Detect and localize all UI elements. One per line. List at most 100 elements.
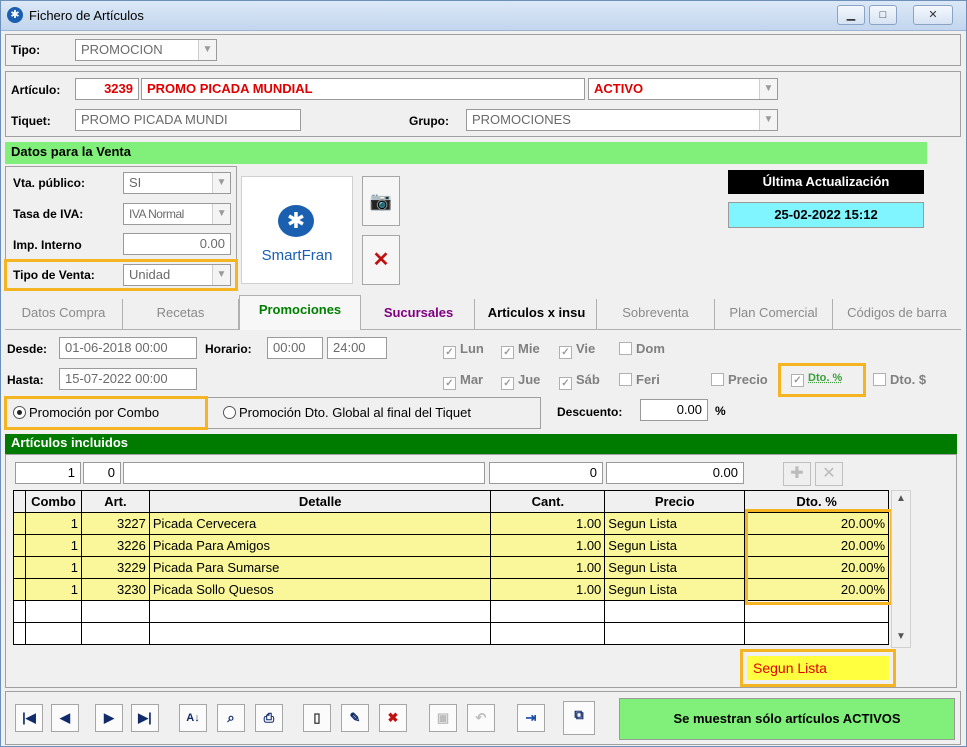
col-art[interactable]: Art. bbox=[80, 490, 150, 513]
edit-record-icon[interactable]: ✎ bbox=[341, 704, 369, 732]
day-mie-checkbox[interactable]: ✓ Mie bbox=[501, 341, 540, 359]
desde-field[interactable]: 01-06-2018 00:00 bbox=[59, 337, 197, 359]
dto-usd-checkbox[interactable]: Dto. $ bbox=[873, 372, 926, 387]
col-combo[interactable]: Combo bbox=[24, 490, 82, 513]
chevron-down-icon[interactable]: ▼ bbox=[759, 79, 777, 99]
add-row-icon[interactable]: ✚ bbox=[783, 462, 811, 486]
day-lun-checkbox[interactable]: ✓ Lun bbox=[443, 341, 484, 359]
col-detalle[interactable]: Detalle bbox=[148, 490, 492, 513]
hora-desde-field[interactable]: 00:00 bbox=[267, 337, 323, 359]
cell-precio: Segun Lista bbox=[604, 534, 746, 557]
delete-record-icon[interactable]: ✖ bbox=[379, 704, 407, 732]
save-icon[interactable]: ▣ bbox=[429, 704, 457, 732]
tab-sucursales[interactable]: Sucursales bbox=[363, 299, 475, 329]
check-icon: ✓ bbox=[501, 377, 514, 390]
articulo-status-select[interactable]: ACTIVO ▼ bbox=[588, 78, 778, 100]
cell-precio: Segun Lista bbox=[604, 578, 746, 601]
cell-cant: 1.00 bbox=[490, 534, 606, 557]
exit-icon[interactable]: ⇥ bbox=[517, 704, 545, 732]
active-filter-button[interactable]: Se muestran sólo artículos ACTIVOS bbox=[619, 698, 955, 740]
next-record-icon[interactable]: ▶ bbox=[95, 704, 123, 732]
new-record-icon[interactable]: ▯ bbox=[303, 704, 331, 732]
dto-pct-checkbox[interactable]: ✓ Dto. % bbox=[791, 372, 842, 387]
grupo-select[interactable]: PROMOCIONES ▼ bbox=[466, 109, 778, 131]
find-icon[interactable]: ⌕ bbox=[217, 704, 245, 732]
radio-combo[interactable]: Promoción por Combo bbox=[13, 405, 159, 420]
chevron-down-icon[interactable]: ▼ bbox=[212, 173, 230, 193]
window-title: Fichero de Artículos bbox=[29, 8, 144, 23]
col-precio[interactable]: Precio bbox=[604, 490, 746, 513]
descuento-label: Descuento: bbox=[557, 405, 623, 419]
radio-global[interactable]: Promoción Dto. Global al final del Tique… bbox=[223, 405, 471, 420]
precio-checkbox[interactable]: Precio bbox=[711, 372, 768, 387]
cell-art: 3226 bbox=[80, 534, 150, 557]
tab-codigos-barra[interactable]: Códigos de barra bbox=[833, 299, 961, 329]
copy-icon[interactable]: ⧉ bbox=[563, 701, 595, 735]
scroll-down-icon[interactable]: ▼ bbox=[892, 631, 910, 642]
table-row-empty[interactable] bbox=[13, 622, 889, 645]
entry-precio-field[interactable]: 0.00 bbox=[606, 462, 744, 484]
day-vie-checkbox[interactable]: ✓ Vie bbox=[559, 341, 595, 359]
check-icon: ✓ bbox=[443, 377, 456, 390]
tab-recetas[interactable]: Recetas bbox=[123, 299, 239, 329]
tab-sobreventa[interactable]: Sobreventa bbox=[597, 299, 715, 329]
imp-interno-field[interactable]: 0.00 bbox=[123, 233, 231, 255]
day-sab-checkbox[interactable]: ✓ Sáb bbox=[559, 372, 600, 390]
hasta-field[interactable]: 15-07-2022 00:00 bbox=[59, 368, 197, 390]
close-button[interactable]: ✕ bbox=[913, 5, 953, 25]
articulo-name-field[interactable]: PROMO PICADA MUNDIAL bbox=[141, 78, 585, 100]
delete-image-icon[interactable]: ✕ bbox=[362, 235, 400, 285]
hasta-label: Hasta: bbox=[7, 373, 44, 387]
tab-promociones[interactable]: Promociones bbox=[239, 295, 361, 330]
tipo-venta-value: Unidad bbox=[129, 267, 171, 282]
tab-plan-comercial[interactable]: Plan Comercial bbox=[715, 299, 833, 329]
day-feri-checkbox[interactable]: Feri bbox=[619, 372, 660, 387]
col-cant[interactable]: Cant. bbox=[490, 490, 606, 513]
undo-icon[interactable]: ↶ bbox=[467, 704, 495, 732]
iva-select[interactable]: IVA Normal ▼ bbox=[123, 203, 231, 225]
tab-datos-compra[interactable]: Datos Compra bbox=[5, 299, 123, 329]
day-jue-checkbox[interactable]: ✓ Jue bbox=[501, 372, 540, 390]
row-selector[interactable] bbox=[13, 556, 26, 579]
radio-off-icon bbox=[223, 406, 236, 419]
articulo-code-field[interactable]: 3239 bbox=[75, 78, 139, 100]
remove-row-icon[interactable]: ✕ bbox=[815, 462, 843, 486]
articulo-status-value: ACTIVO bbox=[594, 81, 644, 96]
tipo-venta-select[interactable]: Unidad ▼ bbox=[123, 264, 231, 286]
day-dom-checkbox[interactable]: Dom bbox=[619, 341, 665, 356]
first-record-icon[interactable]: |◀ bbox=[15, 704, 43, 732]
grupo-label: Grupo: bbox=[409, 114, 449, 128]
chevron-down-icon[interactable]: ▼ bbox=[759, 110, 777, 130]
entry-combo-field[interactable]: 1 bbox=[15, 462, 81, 484]
check-icon: ✓ bbox=[559, 377, 572, 390]
chevron-down-icon[interactable]: ▼ bbox=[212, 265, 230, 285]
row-selector-header bbox=[13, 490, 26, 513]
vta-publico-select[interactable]: SI ▼ bbox=[123, 172, 231, 194]
row-selector[interactable] bbox=[13, 512, 26, 535]
minimize-button[interactable]: ▁ bbox=[837, 5, 865, 25]
imp-interno-label: Imp. Interno bbox=[13, 238, 82, 252]
chevron-down-icon[interactable]: ▼ bbox=[198, 40, 216, 60]
entry-art-field[interactable]: 0 bbox=[83, 462, 121, 484]
cell-detalle: Picada Para Amigos bbox=[148, 534, 492, 557]
day-mar-checkbox[interactable]: ✓ Mar bbox=[443, 372, 483, 390]
tipo-select[interactable]: PROMOCION ▼ bbox=[75, 39, 217, 61]
row-selector[interactable] bbox=[13, 534, 26, 557]
sort-az-icon[interactable]: A↓ bbox=[179, 704, 207, 732]
hora-hasta-field[interactable]: 24:00 bbox=[327, 337, 387, 359]
entry-cant-field[interactable]: 0 bbox=[489, 462, 603, 484]
last-record-icon[interactable]: ▶| bbox=[131, 704, 159, 732]
scroll-up-icon[interactable]: ▲ bbox=[892, 493, 910, 504]
maximize-button[interactable]: □ bbox=[869, 5, 897, 25]
prev-record-icon[interactable]: ◀ bbox=[51, 704, 79, 732]
tiquet-field[interactable]: PROMO PICADA MUNDI bbox=[75, 109, 301, 131]
cell-combo: 1 bbox=[24, 512, 82, 535]
descuento-field[interactable]: 0.00 bbox=[640, 399, 708, 421]
tab-articulos-insumo[interactable]: Articulos x insu bbox=[477, 299, 597, 329]
table-scrollbar[interactable]: ▲ ▼ bbox=[891, 490, 911, 648]
chevron-down-icon[interactable]: ▼ bbox=[212, 204, 230, 224]
row-selector[interactable] bbox=[13, 578, 26, 601]
print-icon[interactable]: ⎙ bbox=[255, 704, 283, 732]
camera-icon[interactable]: 📷 bbox=[362, 176, 400, 226]
entry-detalle-field[interactable] bbox=[123, 462, 485, 484]
